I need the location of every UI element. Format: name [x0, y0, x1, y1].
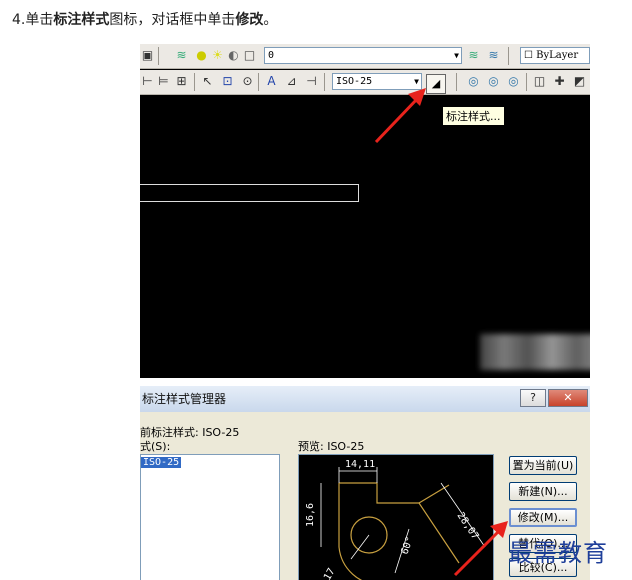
- toolbar-separator: [508, 47, 509, 65]
- instruction-bold-dimstyle: 标注样式: [53, 12, 110, 28]
- dialog-title: 标注样式管理器: [142, 392, 227, 406]
- preview-label: 预览: ISO-25: [298, 440, 365, 453]
- layer-state-icon[interactable]: ▣: [140, 48, 155, 63]
- drawing-rectangle: [140, 184, 359, 202]
- 3d-continuous-orbit-icon[interactable]: ◎: [506, 74, 521, 89]
- new-button[interactable]: 新建(N)...: [509, 482, 577, 501]
- preview-pane: 14,11 16,6 28,07 60° 17: [298, 454, 494, 580]
- layer-combo[interactable]: 0 ▼: [264, 47, 462, 64]
- styles-list[interactable]: ISO-25: [140, 454, 280, 580]
- dim-baseline-icon[interactable]: ⊨: [156, 74, 171, 89]
- preview-dim-left: 16,6: [305, 503, 316, 527]
- dim-continue-icon[interactable]: ⊞: [174, 74, 189, 89]
- color-swatch-icon: ☐: [524, 50, 537, 61]
- tooltip: 标注样式...: [442, 106, 505, 126]
- lock-icon[interactable]: ◐: [226, 48, 241, 63]
- set-current-button[interactable]: 置为当前(U): [509, 456, 577, 475]
- preview-drawing: 14,11 16,6 28,07 60° 17: [305, 459, 486, 580]
- instruction-text: 4.单击标注样式图标，对话框中单击修改。: [12, 10, 277, 30]
- quick-leader-icon[interactable]: ↖: [200, 74, 215, 89]
- close-button[interactable]: ✕: [548, 389, 588, 407]
- instruction-prefix: 4.单击: [12, 12, 54, 28]
- cube-icon[interactable]: ◩: [572, 74, 587, 89]
- instruction-suffix: 。: [263, 12, 278, 28]
- layer-combo-value: 0: [268, 50, 275, 61]
- styles-label: 式(S):: [140, 440, 171, 453]
- dimension-style-button[interactable]: ◢: [426, 74, 446, 94]
- instruction-bold-modify: 修改: [235, 12, 264, 28]
- dimension-style-icon: ◢: [431, 77, 441, 90]
- dim-style-combo[interactable]: ISO-25 ▼: [332, 73, 422, 90]
- dim-style-combo-value: ISO-25: [336, 76, 373, 87]
- layer-properties-icon[interactable]: ≋: [174, 48, 189, 63]
- color-square-icon[interactable]: □: [242, 48, 257, 63]
- toolbar-separator: [526, 73, 527, 91]
- 3d-orbit-icon[interactable]: ◎: [466, 74, 481, 89]
- center-mark-icon[interactable]: ⊙: [240, 74, 255, 89]
- color-combo[interactable]: ☐ ByLayer: [520, 47, 590, 64]
- preview-dim-diag: 28,07: [455, 511, 481, 542]
- dim-edit-icon[interactable]: A: [264, 74, 279, 89]
- layers-toolbar: ▣ ≋ ● ☀ ◐ □ 0 ▼ ≋ ≋ ☐ ByLayer: [140, 44, 590, 69]
- modify-button[interactable]: 修改(M)...: [509, 508, 577, 527]
- layer-previous-icon[interactable]: ≋: [486, 48, 501, 63]
- chevron-down-icon: ▼: [414, 77, 419, 86]
- toolbar-separator: [194, 73, 195, 91]
- dim-update-icon[interactable]: ⊣: [304, 74, 319, 89]
- toolbar-separator: [324, 73, 325, 91]
- dialog-titlebar: 标注样式管理器 ? ✕: [140, 386, 590, 412]
- preview-dim-angle: 60°: [399, 535, 416, 556]
- blurred-region: [480, 334, 590, 370]
- make-current-layer-icon[interactable]: ≋: [466, 48, 481, 63]
- tolerance-icon[interactable]: ⊡: [220, 74, 235, 89]
- list-item[interactable]: ISO-25: [141, 457, 182, 468]
- toolbar-separator: [258, 73, 259, 91]
- color-combo-value: ByLayer: [536, 50, 579, 61]
- dim-text-edit-icon[interactable]: ⊿: [284, 74, 299, 89]
- dimension-toolbar: ⊢ ⊨ ⊞ ↖ ⊡ ⊙ A ⊿ ⊣ ISO-25 ▼ ◎ ◎ ◎ ◫ ✚ ◩: [140, 70, 590, 95]
- dim-linear-icon[interactable]: ⊢: [140, 74, 155, 89]
- instruction-middle: 图标，对话框中单击: [109, 12, 236, 28]
- watermark: 最需教育: [508, 539, 608, 567]
- help-button[interactable]: ?: [520, 389, 546, 407]
- preview-dim-bottom: 17: [322, 567, 338, 580]
- add-point-icon[interactable]: ✚: [552, 74, 567, 89]
- sun-icon[interactable]: ☀: [210, 48, 225, 63]
- lightbulb-icon[interactable]: ●: [194, 48, 209, 63]
- toolbar-separator: [158, 47, 159, 65]
- 3d-free-orbit-icon[interactable]: ◎: [486, 74, 501, 89]
- preview-dim-top: 14,11: [345, 459, 375, 470]
- box-icon[interactable]: ◫: [532, 74, 547, 89]
- autocad-screenshot: ▣ ≋ ● ☀ ◐ □ 0 ▼ ≋ ≋ ☐ ByLayer ⊢ ⊨ ⊞ ↖ ⊡ …: [140, 44, 590, 378]
- toolbar-separator: [456, 73, 457, 91]
- chevron-down-icon: ▼: [454, 51, 459, 60]
